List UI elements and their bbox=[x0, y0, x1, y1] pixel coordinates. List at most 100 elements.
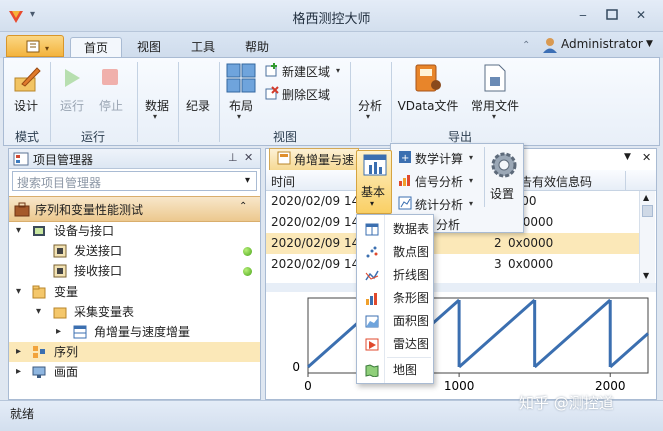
scroll-down-icon[interactable]: ▼ bbox=[643, 271, 649, 280]
tab-help[interactable]: 帮助 bbox=[234, 37, 280, 58]
vdata-file-button[interactable]: VData文件 bbox=[396, 97, 460, 114]
scatter-icon bbox=[366, 246, 378, 258]
column-info-code[interactable]: 告有效信息码 bbox=[520, 173, 592, 190]
basic-button[interactable]: 基本 ▾ bbox=[356, 150, 392, 214]
menu-item-line[interactable]: 折线图 bbox=[357, 264, 433, 287]
panel-close-icon[interactable]: ✕ bbox=[244, 151, 253, 164]
menu-separator bbox=[484, 147, 485, 207]
settings-button[interactable]: 设置 bbox=[490, 185, 514, 202]
ribbon-separator bbox=[178, 62, 179, 142]
signal-dropdown-icon[interactable]: ▾ bbox=[469, 176, 473, 185]
minimize-button[interactable]: ‒ bbox=[574, 7, 592, 23]
design-button[interactable]: 设计 bbox=[8, 97, 44, 114]
tree-collect-table[interactable]: 采集变量表 bbox=[74, 302, 134, 322]
user-name[interactable]: Administrator bbox=[561, 37, 643, 51]
document-close-icon[interactable]: ✕ bbox=[642, 151, 651, 164]
math-dropdown-icon[interactable]: ▾ bbox=[469, 153, 473, 162]
project-title: 序列和变量性能测试 bbox=[35, 203, 144, 217]
stop-icon bbox=[101, 68, 119, 86]
stop-button[interactable]: 停止 bbox=[95, 97, 127, 114]
tab-view[interactable]: 视图 bbox=[126, 37, 172, 58]
stats-icon bbox=[398, 196, 412, 210]
window-title: 格西测控大师 bbox=[292, 12, 371, 27]
ribbon-separator bbox=[50, 62, 51, 142]
common-file-dropdown-icon[interactable]: ▾ bbox=[492, 112, 496, 121]
scroll-thumb[interactable] bbox=[642, 205, 653, 217]
basic-chart-icon bbox=[363, 154, 387, 176]
x-tick-label: 1000 bbox=[444, 379, 475, 393]
chart-type-dropdown: 数据表 散点图 折线图 条形图 面积图 雷达图 地图 bbox=[356, 214, 434, 384]
tree-devices[interactable]: 设备与接口 bbox=[54, 221, 114, 241]
run-icon bbox=[62, 67, 82, 89]
menu-item-radar[interactable]: 雷达图 bbox=[357, 333, 433, 356]
tree-screen[interactable]: 画面 bbox=[54, 362, 78, 382]
math-icon: + bbox=[398, 150, 412, 164]
expand-screen-icon[interactable]: ▸ bbox=[16, 362, 21, 382]
document-tab-icon bbox=[277, 151, 291, 165]
signal-button[interactable]: 信号分析 bbox=[415, 173, 463, 190]
close-button[interactable]: ✕ bbox=[632, 7, 650, 23]
math-button[interactable]: 数学计算 bbox=[415, 150, 463, 167]
receive-interface-icon bbox=[53, 264, 67, 278]
ribbon-separator bbox=[391, 62, 392, 142]
pin-icon[interactable]: ⊥ bbox=[228, 151, 238, 164]
x-tick-label: 2000 bbox=[595, 379, 626, 393]
expand-accel-icon[interactable]: ▸ bbox=[56, 322, 61, 342]
basic-dropdown-icon: ▾ bbox=[370, 199, 375, 208]
delete-area-button[interactable]: 删除区域 bbox=[282, 86, 330, 103]
table-row[interactable]: 2020/02/09 14 3 0x0000 bbox=[266, 254, 639, 275]
tab-list-icon[interactable]: ▼ bbox=[624, 152, 631, 162]
tree-sequence[interactable]: 序列 bbox=[54, 342, 78, 362]
menu-item-bar[interactable]: 条形图 bbox=[357, 287, 433, 310]
tab-home[interactable]: 首页 bbox=[70, 37, 122, 58]
expand-collect-table-icon[interactable]: ▾ bbox=[36, 302, 41, 322]
analysis-group-label: 分析 bbox=[436, 218, 461, 232]
collapse-project-icon[interactable]: ⌃ bbox=[239, 201, 247, 212]
file-menu-button[interactable]: ▾ bbox=[6, 35, 64, 57]
group-export-label: 导出 bbox=[447, 130, 472, 144]
expand-sequence-icon[interactable]: ▸ bbox=[16, 342, 21, 362]
tree-send-interface[interactable]: 发送接口 bbox=[74, 241, 122, 261]
data-table-icon bbox=[365, 223, 379, 236]
menu-separator bbox=[387, 357, 431, 358]
svg-text:+: + bbox=[401, 153, 409, 164]
document-tab-label: 角增量与速 bbox=[294, 153, 355, 167]
expand-devices-icon[interactable]: ▾ bbox=[16, 221, 21, 241]
maximize-button[interactable] bbox=[603, 7, 621, 23]
run-button[interactable]: 运行 bbox=[56, 97, 88, 114]
menu-item-data-table[interactable]: 数据表 bbox=[357, 218, 433, 241]
radar-chart-icon bbox=[365, 338, 379, 351]
table-row[interactable]: 2020/02/09 14 2 0x0000 bbox=[266, 233, 639, 254]
new-area-button[interactable]: 新建区域 bbox=[282, 63, 330, 80]
user-dropdown-icon[interactable]: ▼ bbox=[646, 39, 653, 49]
data-table-icon bbox=[73, 325, 87, 339]
tree-receive-interface[interactable]: 接收接口 bbox=[74, 261, 122, 281]
new-area-dropdown-icon[interactable]: ▾ bbox=[336, 66, 340, 75]
grid-scrollbar[interactable]: ▲ ▼ bbox=[639, 191, 655, 283]
column-time[interactable]: 时间 bbox=[271, 173, 295, 190]
data-dropdown-icon[interactable]: ▾ bbox=[153, 112, 157, 121]
search-dropdown-icon[interactable]: ▾ bbox=[245, 175, 250, 186]
splitter[interactable] bbox=[266, 283, 656, 292]
ribbon-separator bbox=[350, 62, 351, 142]
tree-variables[interactable]: 变量 bbox=[54, 282, 78, 302]
menu-item-area[interactable]: 面积图 bbox=[357, 310, 433, 333]
log-button[interactable]: 纪录 bbox=[182, 97, 214, 114]
project-manager-icon bbox=[13, 151, 29, 167]
bar-chart-icon bbox=[366, 293, 377, 305]
menu-item-scatter[interactable]: 散点图 bbox=[357, 241, 433, 264]
send-status-icon bbox=[243, 247, 252, 256]
devices-icon bbox=[32, 224, 46, 238]
expand-variables-icon[interactable]: ▾ bbox=[16, 282, 21, 302]
stats-button[interactable]: 统计分析 bbox=[415, 196, 463, 213]
tree-accel-table[interactable]: 角增量与速度增量 bbox=[94, 322, 190, 342]
layout-dropdown-icon[interactable]: ▾ bbox=[237, 112, 241, 121]
search-input[interactable]: 搜索项目管理器 bbox=[12, 171, 257, 191]
menu-item-map[interactable]: 地图 bbox=[357, 359, 433, 382]
stats-dropdown-icon[interactable]: ▾ bbox=[469, 199, 473, 208]
svg-text:▾: ▾ bbox=[45, 44, 49, 53]
ribbon-collapse-icon[interactable]: ⌃ bbox=[522, 40, 530, 51]
tab-tools[interactable]: 工具 bbox=[180, 37, 226, 58]
scroll-up-icon[interactable]: ▲ bbox=[643, 193, 649, 202]
analysis-dropdown-icon[interactable]: ▾ bbox=[366, 112, 370, 121]
